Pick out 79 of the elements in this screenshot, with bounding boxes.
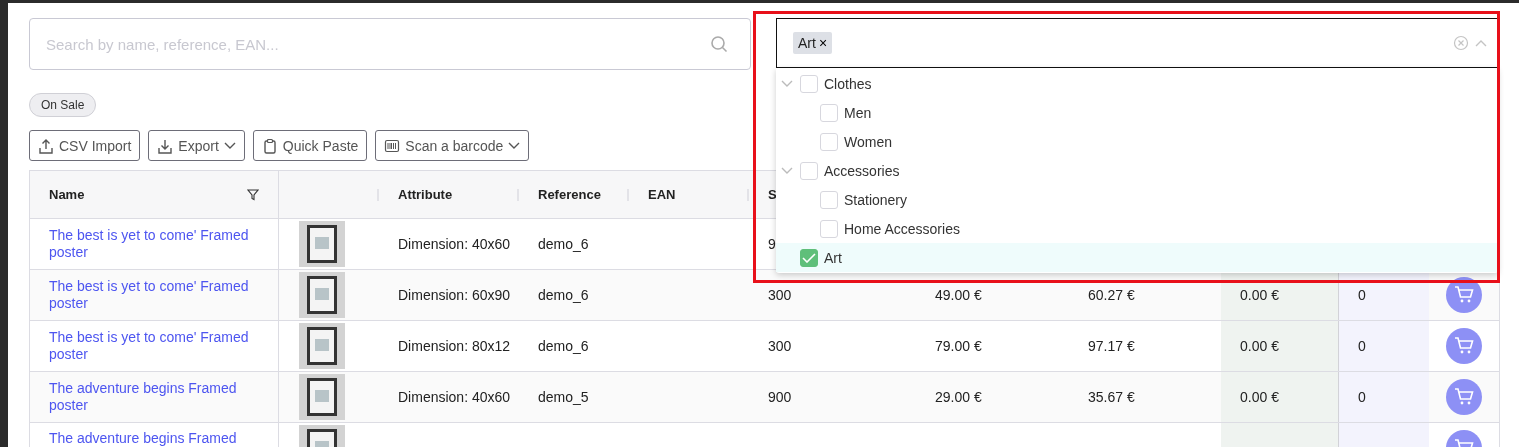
table-cell: demo_6 — [538, 287, 589, 303]
table-cell: 0 — [1358, 338, 1366, 354]
checkbox[interactable] — [800, 248, 818, 267]
tag-label: Art — [798, 35, 816, 51]
option-label: Women — [844, 133, 892, 150]
clear-icon — [1453, 35, 1469, 51]
option-label: Art — [824, 249, 842, 266]
option-label: Clothes — [824, 75, 872, 92]
filter-icon[interactable] — [247, 188, 259, 201]
option-label: Stationery — [844, 191, 908, 208]
cart-icon — [1454, 337, 1474, 355]
table-cell: Dimension: 40x60 — [398, 236, 511, 252]
column-header[interactable]: Reference — [538, 187, 601, 202]
add-to-cart-button[interactable] — [1446, 277, 1482, 313]
tree-option[interactable]: Accessories — [776, 156, 1498, 185]
table-cell: Dimension: 60x90 — [398, 287, 511, 303]
checkbox[interactable] — [820, 103, 838, 122]
table-cell: demo_6 — [538, 338, 589, 354]
product-link[interactable]: The best is yet to come' Framed poster — [49, 278, 259, 312]
poster-thumbnail — [299, 323, 345, 369]
tree-option[interactable]: Men — [776, 98, 1498, 127]
column-header[interactable]: Name — [49, 187, 85, 202]
table-cell: demo_5 — [538, 389, 589, 405]
tree-option[interactable]: Home Accessories — [776, 214, 1498, 243]
checkbox[interactable] — [820, 132, 838, 151]
table-cell: 60.27 € — [1088, 287, 1135, 303]
product-link[interactable]: The best is yet to come' Framed poster — [49, 227, 259, 261]
table-cell: 9 — [768, 236, 776, 252]
tree-option[interactable]: Clothes — [776, 69, 1498, 98]
tree-option[interactable]: Women — [776, 127, 1498, 156]
tree-option[interactable]: Stationery — [776, 185, 1498, 214]
add-to-cart-button[interactable] — [1446, 379, 1482, 415]
cart-icon — [1454, 388, 1474, 406]
toolbar-button[interactable]: CSV Import — [29, 130, 141, 161]
checkbox[interactable] — [820, 219, 838, 238]
column-header[interactable]: EAN — [648, 187, 676, 202]
upload-icon — [38, 137, 54, 154]
download-icon — [157, 137, 174, 154]
toolbar-button[interactable]: Scan a barcode — [375, 130, 530, 161]
toolbar-button[interactable]: Export — [148, 130, 245, 161]
table-cell: demo_6 — [538, 236, 589, 252]
tree-option[interactable]: Art — [776, 243, 1498, 272]
cart-icon — [1454, 286, 1474, 304]
caret-icon — [1475, 39, 1487, 47]
product-link[interactable]: The adventure begins Framed poster — [49, 380, 259, 414]
search-icon — [710, 35, 728, 53]
remove-tag-button[interactable]: × — [818, 35, 828, 51]
column-header[interactable]: Attribute — [398, 187, 453, 202]
product-link[interactable]: The adventure begins Framed — [49, 430, 237, 446]
clipboard-icon — [261, 137, 278, 154]
checkbox[interactable] — [800, 74, 818, 93]
table-cell: 35.67 € — [1088, 389, 1135, 405]
table-cell: 0.00 € — [1240, 338, 1279, 354]
table-cell: 79.00 € — [935, 338, 982, 354]
checkbox[interactable] — [800, 161, 818, 180]
option-label: Men — [844, 104, 872, 121]
table-cell: 0 — [1358, 389, 1366, 405]
category-select[interactable]: Art × — [776, 18, 1498, 68]
toolbar-button[interactable]: Quick Paste — [252, 130, 368, 161]
table-cell: 49.00 € — [935, 287, 982, 303]
table-cell: 97.17 € — [1088, 338, 1135, 354]
add-to-cart-button[interactable] — [1446, 328, 1482, 364]
table-cell: 300 — [768, 338, 792, 354]
option-label: Accessories — [824, 162, 900, 179]
product-link[interactable]: The best is yet to come' Framed poster — [49, 329, 259, 363]
option-label: Home Accessories — [844, 220, 960, 237]
table-cell: Dimension: 80x12 — [398, 338, 511, 354]
table-cell: 0.00 € — [1240, 389, 1279, 405]
column-header[interactable]: S — [768, 187, 777, 202]
table-cell: 300 — [768, 287, 792, 303]
table-cell: 900 — [768, 389, 792, 405]
filter-chip[interactable]: On Sale — [29, 93, 97, 117]
table-cell: 0.00 € — [1240, 287, 1279, 303]
checkbox[interactable] — [820, 190, 838, 209]
table-cell: 29.00 € — [935, 389, 982, 405]
barcode-icon — [384, 137, 401, 154]
table-cell: 0 — [1358, 287, 1366, 303]
table-cell: Dimension: 40x60 — [398, 389, 511, 405]
poster-thumbnail — [299, 221, 345, 267]
